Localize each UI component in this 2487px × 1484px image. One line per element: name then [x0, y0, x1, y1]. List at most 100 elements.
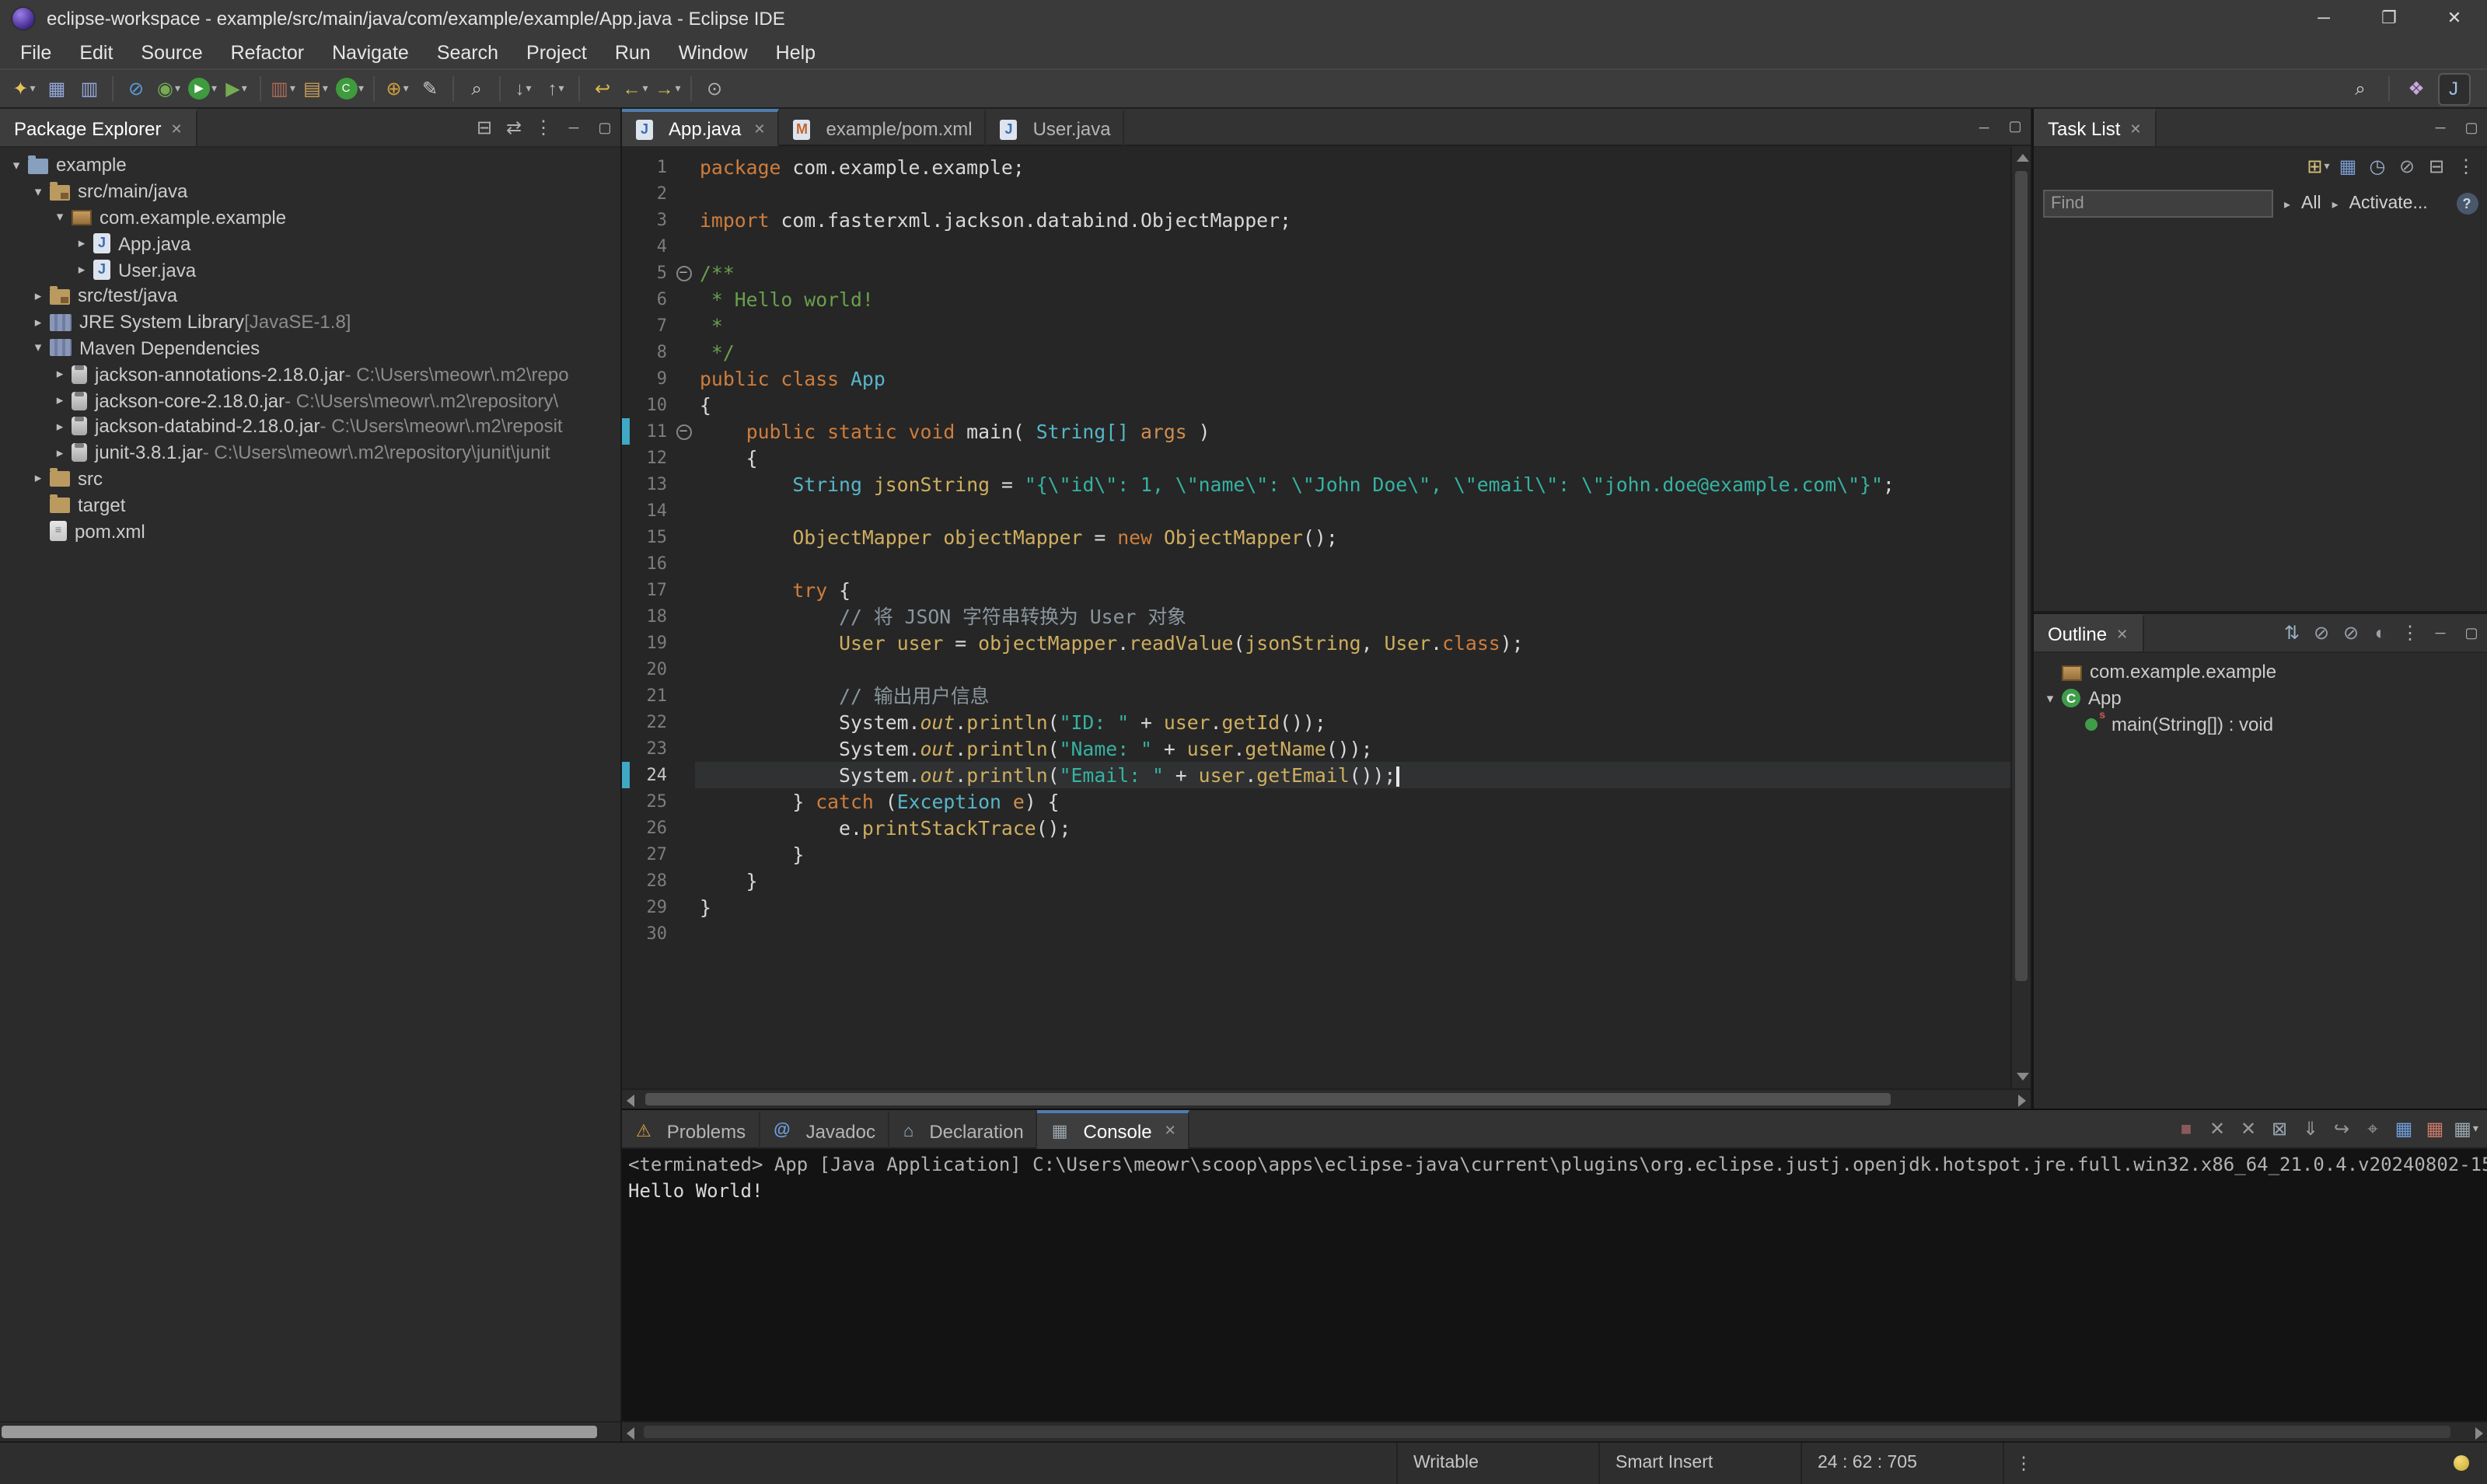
collapse-fold-icon[interactable]: −: [676, 265, 691, 281]
open-console-button[interactable]: ▦ ▾: [2451, 1114, 2481, 1144]
menu-run[interactable]: Run: [601, 36, 665, 68]
expand-arrow-icon[interactable]: ▸: [28, 313, 48, 330]
filter-tasks-button[interactable]: ⊘: [2392, 152, 2422, 181]
java-perspective-button[interactable]: J: [2437, 72, 2470, 105]
expand-arrow-icon[interactable]: ▸: [72, 261, 92, 278]
scrollbar-thumb[interactable]: [645, 1093, 1891, 1105]
code-line[interactable]: 18 // 将 JSON 字符串转换为 User 对象: [622, 603, 2010, 630]
find-actions-button[interactable]: ⌕: [2344, 72, 2377, 105]
code-line[interactable]: 20: [622, 656, 2010, 683]
code-line[interactable]: 11− public static void main( String[] ar…: [622, 418, 2010, 445]
show-on-stderr-button[interactable]: ▦: [2420, 1114, 2450, 1144]
code-editor[interactable]: 1 package com.example.example; 2 3 import co…: [622, 146, 2010, 1088]
show-on-stdout-button[interactable]: ▦: [2389, 1114, 2419, 1144]
tree-item[interactable]: ▾ com.example.example: [0, 204, 620, 231]
editor-tab-example-pom-xml[interactable]: Mexample/pom.xml: [780, 109, 987, 146]
code-line[interactable]: 21 // 输出用户信息: [622, 683, 2010, 709]
expand-arrow-icon[interactable]: ▸: [50, 418, 70, 435]
save-button[interactable]: ▦: [40, 72, 73, 105]
hide-non-public-button[interactable]: ◐: [2366, 618, 2395, 648]
code-line[interactable]: 10 {: [622, 392, 2010, 418]
expand-arrow-icon[interactable]: ▸: [50, 444, 70, 461]
code-line[interactable]: 14: [622, 498, 2010, 524]
tree-item[interactable]: ▾ Maven Dependencies: [0, 335, 620, 361]
code-line[interactable]: 2: [622, 180, 2010, 207]
back-button[interactable]: ← ▾: [619, 72, 651, 105]
next-annotation-button[interactable]: ↓ ▾: [507, 72, 540, 105]
view-tab-javadoc[interactable]: @ Javadoc: [760, 1110, 889, 1149]
expand-arrow-icon[interactable]: ▸: [72, 236, 92, 253]
code-line[interactable]: 5−/**: [622, 260, 2010, 286]
find-input[interactable]: [2043, 190, 2273, 218]
last-edit-location-button[interactable]: ↩: [586, 72, 619, 105]
hide-static-members-button[interactable]: ⊘: [2336, 618, 2366, 648]
close-icon[interactable]: ✕: [2129, 120, 2141, 138]
code-line[interactable]: 16: [622, 550, 2010, 577]
tree-item[interactable]: ▾ example: [0, 152, 620, 179]
pin-editor-button[interactable]: ⊙: [698, 72, 731, 105]
help-icon[interactable]: ?: [2456, 193, 2478, 215]
scheduled-view-button[interactable]: ◷: [2363, 152, 2392, 181]
code-line[interactable]: 24 System.out.println("Email: " + user.g…: [622, 762, 2010, 788]
code-line[interactable]: 25 } catch (Exception e) {: [622, 788, 2010, 815]
maximize-icon[interactable]: ▢: [2456, 619, 2487, 647]
minimize-icon[interactable]: ─: [1968, 113, 2000, 141]
tree-item[interactable]: ▸ src/test/java: [0, 283, 620, 309]
code-line[interactable]: 8 */: [622, 339, 2010, 365]
scroll-left-icon[interactable]: [622, 1421, 642, 1441]
collapse-fold-icon[interactable]: −: [676, 424, 691, 439]
menu-window[interactable]: Window: [665, 36, 762, 68]
view-menu-button[interactable]: ⋮: [529, 113, 558, 142]
collapse-all-button[interactable]: ⊟: [470, 113, 499, 142]
debug-button[interactable]: ◉ ▾: [152, 72, 185, 105]
pin-console-button[interactable]: ⌖: [2358, 1114, 2387, 1144]
code-line[interactable]: 13 String jsonString = "{\"id\": 1, \"na…: [622, 471, 2010, 498]
code-line[interactable]: 9 public class App: [622, 365, 2010, 392]
editor-vscrollbar[interactable]: [2010, 146, 2031, 1088]
expand-arrow-icon[interactable]: ▸: [50, 392, 70, 409]
code-line[interactable]: 28 }: [622, 868, 2010, 894]
save-all-button[interactable]: ▥: [73, 72, 106, 105]
tree-item[interactable]: ▸ junit-3.8.1.jar - C:\Users\meowr\.m2\re…: [0, 440, 620, 466]
menu-search[interactable]: Search: [423, 36, 512, 68]
tree-item[interactable]: s main(String[]) : void: [2034, 711, 2487, 738]
new-wizard-button[interactable]: ✦ ▾: [8, 72, 40, 105]
maximize-icon[interactable]: ▢: [2000, 113, 2031, 141]
task-filter-all[interactable]: All: [2301, 194, 2321, 213]
minimize-icon[interactable]: ─: [558, 113, 589, 141]
tree-item[interactable]: ▸ jackson-databind-2.18.0.jar - C:\Users\…: [0, 414, 620, 440]
code-line[interactable]: 26 e.printStackTrace();: [622, 815, 2010, 841]
tree-item[interactable]: ▾ C App: [2034, 686, 2487, 712]
expand-arrow-icon[interactable]: ▸: [28, 470, 48, 487]
code-line[interactable]: 6 * Hello world!: [622, 286, 2010, 313]
tree-item[interactable]: ▸ JRE System Library [JavaSE-1.8]: [0, 309, 620, 336]
code-line[interactable]: 19 User user = objectMapper.readValue(js…: [622, 630, 2010, 656]
code-line[interactable]: 27 }: [622, 841, 2010, 868]
code-line[interactable]: 23 System.out.println("Name: " + user.ge…: [622, 735, 2010, 762]
close-icon[interactable]: ✕: [1165, 1123, 1176, 1140]
tree-item[interactable]: ▸ J App.java: [0, 231, 620, 257]
tree-item[interactable]: ▾ src/main/java: [0, 179, 620, 205]
menu-refactor[interactable]: Refactor: [217, 36, 319, 68]
tab-package-explorer[interactable]: Package Explorer ✕: [0, 109, 198, 146]
scroll-up-icon[interactable]: [2017, 154, 2029, 162]
tree-item[interactable]: target: [0, 492, 620, 519]
forward-button[interactable]: → ▾: [651, 72, 684, 105]
tree-item[interactable]: ▸ J User.java: [0, 257, 620, 283]
minimize-icon[interactable]: ─: [2425, 619, 2456, 647]
menu-source[interactable]: Source: [127, 36, 216, 68]
package-explorer-hscrollbar[interactable]: [0, 1420, 620, 1440]
scroll-left-icon[interactable]: [622, 1089, 642, 1109]
run-external-tools-button[interactable]: ▶ ▾: [220, 72, 253, 105]
code-line[interactable]: 12 {: [622, 445, 2010, 471]
console-output[interactable]: <terminated> App [Java Application] C:\U…: [622, 1149, 2487, 1420]
collapse-all-tasks-button[interactable]: ⊟: [2422, 152, 2451, 181]
close-icon[interactable]: ✕: [170, 120, 182, 138]
previous-annotation-button[interactable]: ↑ ▾: [540, 72, 572, 105]
view-tab-problems[interactable]: ⚠ Problems: [622, 1110, 760, 1149]
menu-navigate[interactable]: Navigate: [318, 36, 423, 68]
new-class-button[interactable]: C ▾: [332, 72, 367, 105]
task-view-menu-button[interactable]: ⋮: [2451, 152, 2481, 181]
outline-view-menu-button[interactable]: ⋮: [2395, 618, 2425, 648]
code-line[interactable]: 17 try {: [622, 577, 2010, 603]
